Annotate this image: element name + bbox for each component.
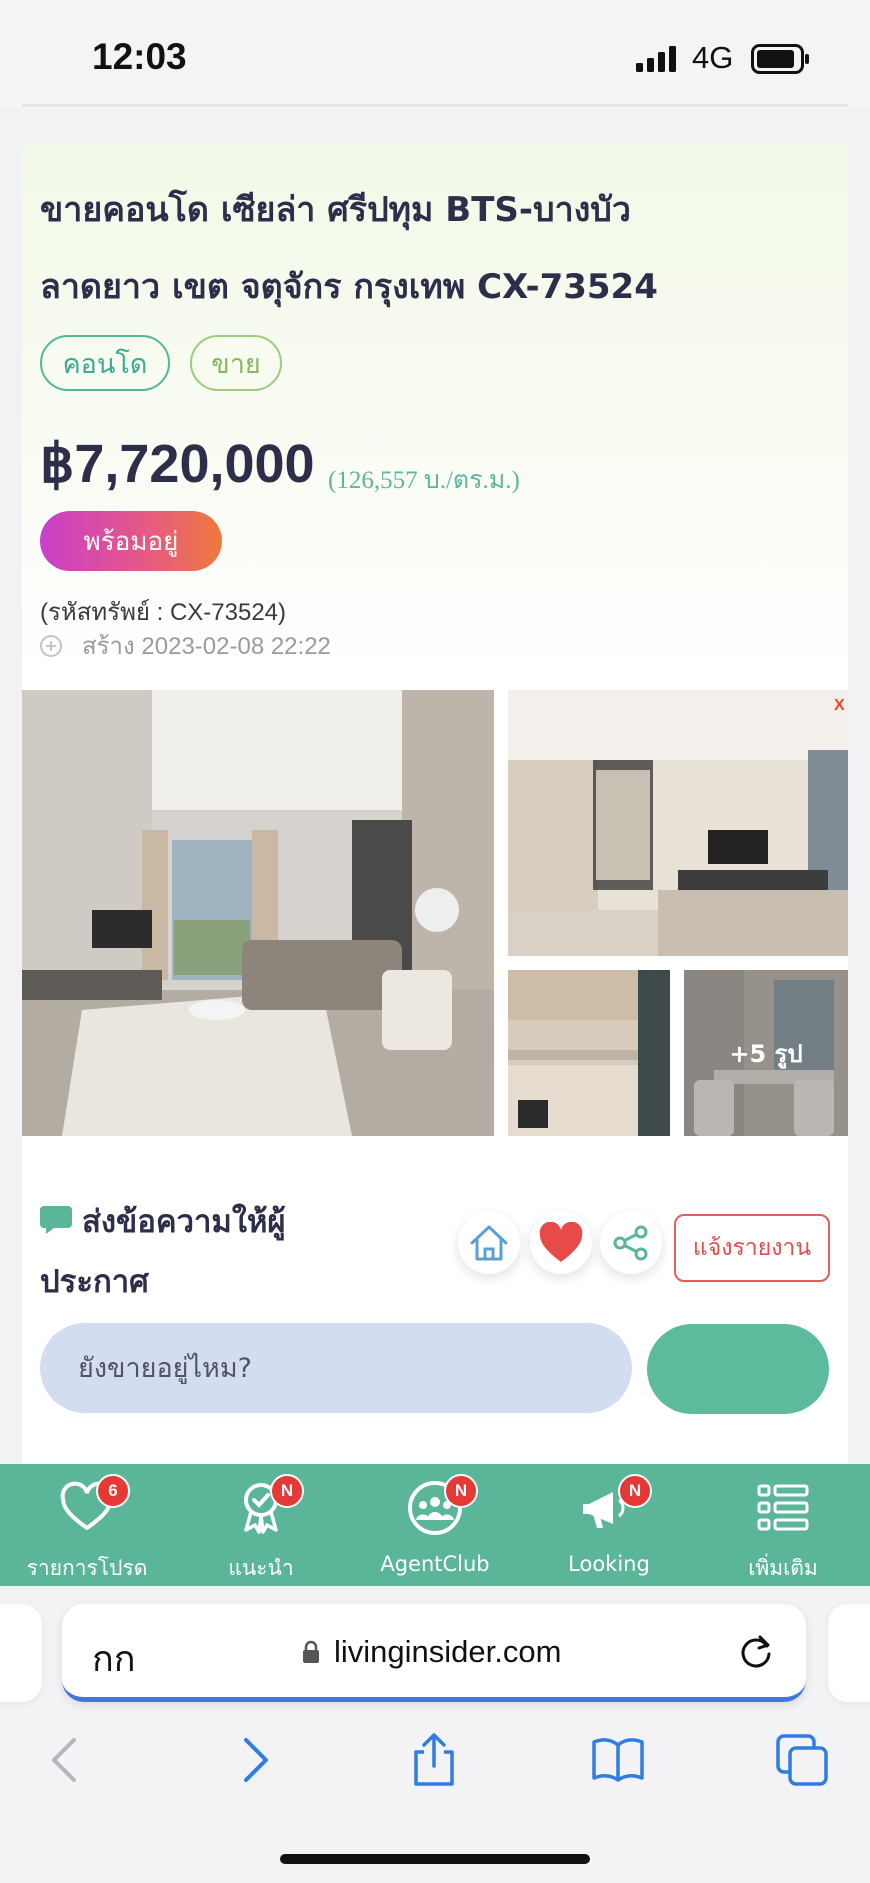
agentclub-badge: N	[444, 1474, 478, 1508]
plus-circle-icon	[40, 634, 62, 657]
listing-card: ขายคอนโด เซียล่า ศรีปทุม BTS-บางบัว ลาดย…	[22, 142, 848, 1482]
created-text: สร้าง 2023-02-08 22:22	[82, 633, 331, 660]
home-button[interactable]	[458, 1212, 520, 1274]
photo-main[interactable]	[22, 690, 494, 1136]
bottom-tab-bar: 6 รายการโปรด N แนะนำ N AgentClub N Looki…	[0, 1464, 870, 1586]
price-per-sqm: (126,557 บ./ตร.ม.)	[328, 467, 520, 494]
tabs-icon[interactable]	[774, 1732, 830, 1788]
home-icon	[470, 1225, 508, 1261]
list-icon	[757, 1484, 809, 1531]
looking-badge: N	[618, 1474, 652, 1508]
photo-2[interactable]: X	[508, 690, 848, 956]
tab-looking[interactable]: N Looking	[522, 1464, 696, 1586]
chat-bubble-icon	[40, 1206, 72, 1234]
message-input[interactable]	[40, 1323, 632, 1413]
title-line-1: ขายคอนโด เซียล่า ศรีปทุม BTS-บางบัว	[40, 190, 631, 230]
tag-sale[interactable]: ขาย	[190, 335, 282, 391]
forward-icon[interactable]	[226, 1732, 282, 1788]
tab-more[interactable]: เพิ่มเติม	[696, 1464, 870, 1586]
created-date: สร้าง 2023-02-08 22:22	[40, 626, 331, 665]
tab-label: แนะนำ	[228, 1556, 294, 1580]
share-button[interactable]	[600, 1212, 662, 1274]
svg-text:X: X	[834, 697, 845, 714]
price: ฿7,720,000	[40, 434, 315, 494]
photo-4[interactable]: +5 รูป	[684, 970, 848, 1136]
message-title-text: ส่งข้อความให้ผู้ประกาศ	[40, 1204, 286, 1300]
battery-icon	[751, 44, 809, 74]
status-badge: พร้อมอยู่	[40, 511, 222, 571]
title-line-2: ลาดยาว เขต จตุจักร กรุงเทพ CX-73524	[40, 267, 658, 307]
share-icon[interactable]	[406, 1732, 462, 1788]
previous-tab-peek[interactable]	[0, 1604, 42, 1702]
listing-title: ขายคอนโด เซียล่า ศรีปทุม BTS-บางบัว ลาดย…	[40, 172, 830, 326]
favorites-badge: 6	[96, 1474, 130, 1508]
listing-header: ขายคอนโด เซียล่า ศรีปทุม BTS-บางบัว ลาดย…	[22, 142, 848, 682]
url-text: livinginsider.com	[334, 1634, 562, 1669]
favorite-button[interactable]	[530, 1212, 592, 1274]
text-size-button[interactable]: กก	[92, 1630, 136, 1687]
tab-favorites[interactable]: 6 รายการโปรด	[0, 1464, 174, 1586]
divider	[22, 104, 848, 107]
tab-label: AgentClub	[380, 1552, 490, 1576]
send-button[interactable]	[647, 1324, 829, 1414]
tab-label: เพิ่มเติม	[748, 1556, 818, 1580]
tab-agentclub[interactable]: N AgentClub	[348, 1464, 522, 1586]
signal-icon	[636, 46, 676, 72]
photo-3[interactable]	[508, 970, 670, 1136]
url-display[interactable]: livinginsider.com	[302, 1634, 561, 1670]
bookmarks-icon[interactable]	[590, 1732, 646, 1788]
message-section-title: ส่งข้อความให้ผู้ประกาศ	[40, 1192, 340, 1312]
report-button[interactable]: แจ้งรายงาน	[674, 1214, 830, 1282]
network-type: 4G	[692, 40, 734, 75]
home-indicator	[280, 1854, 590, 1864]
share-icon	[613, 1225, 648, 1261]
back-icon[interactable]	[38, 1732, 94, 1788]
tab-label: Looking	[568, 1552, 650, 1576]
next-tab-peek[interactable]	[828, 1604, 870, 1702]
status-time: 12:03	[92, 36, 187, 77]
recommend-badge: N	[270, 1474, 304, 1508]
lock-icon	[303, 1640, 319, 1663]
heart-icon	[539, 1222, 583, 1262]
status-bar: 12:03 4G	[0, 0, 870, 110]
tab-recommend[interactable]: N แนะนำ	[174, 1464, 348, 1586]
tag-condo[interactable]: คอนโด	[40, 335, 170, 391]
tab-label: รายการโปรด	[26, 1556, 148, 1580]
address-bar[interactable]: กก livinginsider.com	[62, 1604, 806, 1702]
more-photos-overlay[interactable]: +5 รูป	[684, 970, 848, 1136]
reload-icon[interactable]	[736, 1632, 776, 1672]
